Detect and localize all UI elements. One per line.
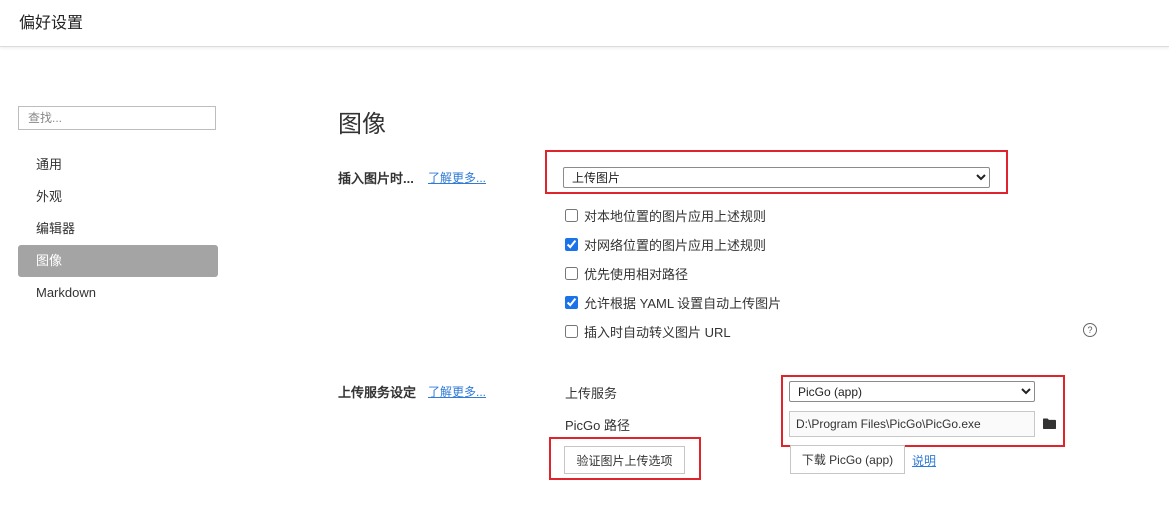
sidebar-item-general[interactable]: 通用 [18,149,218,181]
question-circle-icon[interactable]: ? [1083,323,1097,337]
option-label: 对本地位置的图片应用上述规则 [584,208,767,224]
search-input[interactable] [18,106,216,130]
picgo-path-input[interactable] [789,411,1035,437]
sidebar-item-image[interactable]: 图像 [18,245,218,277]
insert-image-label: 插入图片时... [338,171,414,186]
option-local-images[interactable]: 对本地位置的图片应用上述规则 [565,206,766,224]
local-images-checkbox[interactable] [565,208,578,222]
insert-image-learn-more-link[interactable]: 了解更多... [428,169,486,186]
folder-icon[interactable] [1043,418,1056,429]
option-label: 优先使用相对路径 [584,266,689,282]
verify-upload-button[interactable]: 验证图片上传选项 [564,446,685,474]
sidebar-item-editor[interactable]: 编辑器 [18,213,218,245]
option-label: 对网络位置的图片应用上述规则 [584,237,767,253]
option-network-images[interactable]: 对网络位置的图片应用上述规则 [565,235,766,253]
option-relative-path[interactable]: 优先使用相对路径 [565,264,688,282]
section-title: 图像 [338,111,386,138]
window-title: 偏好设置 [19,15,84,32]
yaml-auto-upload-checkbox[interactable] [565,295,578,309]
option-label: 插入时自动转义图片 URL [584,324,731,340]
upload-service-label: 上传服务设定 [338,385,417,400]
upload-service-select[interactable]: PicGo (app) [789,381,1035,402]
escape-url-checkbox[interactable] [565,324,578,338]
download-picgo-button[interactable]: 下载 PicGo (app) [790,445,905,474]
title-bar: 偏好设置 [0,0,1169,47]
upload-service-learn-more-link[interactable]: 了解更多... [428,383,486,400]
relative-path-checkbox[interactable] [565,266,578,280]
sidebar-item-markdown[interactable]: Markdown [18,277,218,309]
option-escape-url[interactable]: 插入时自动转义图片 URL [565,322,731,340]
documentation-link[interactable]: 说明 [912,452,936,469]
network-images-checkbox[interactable] [565,237,578,251]
insert-image-action-select[interactable]: 上传图片 [563,167,990,188]
option-label: 允许根据 YAML 设置自动上传图片 [584,295,782,311]
sidebar-item-appearance[interactable]: 外观 [18,181,218,213]
upload-service-field-label: 上传服务 [565,386,618,401]
picgo-path-label: PicGo 路径 [565,418,631,433]
option-yaml-auto-upload[interactable]: 允许根据 YAML 设置自动上传图片 [565,293,781,311]
